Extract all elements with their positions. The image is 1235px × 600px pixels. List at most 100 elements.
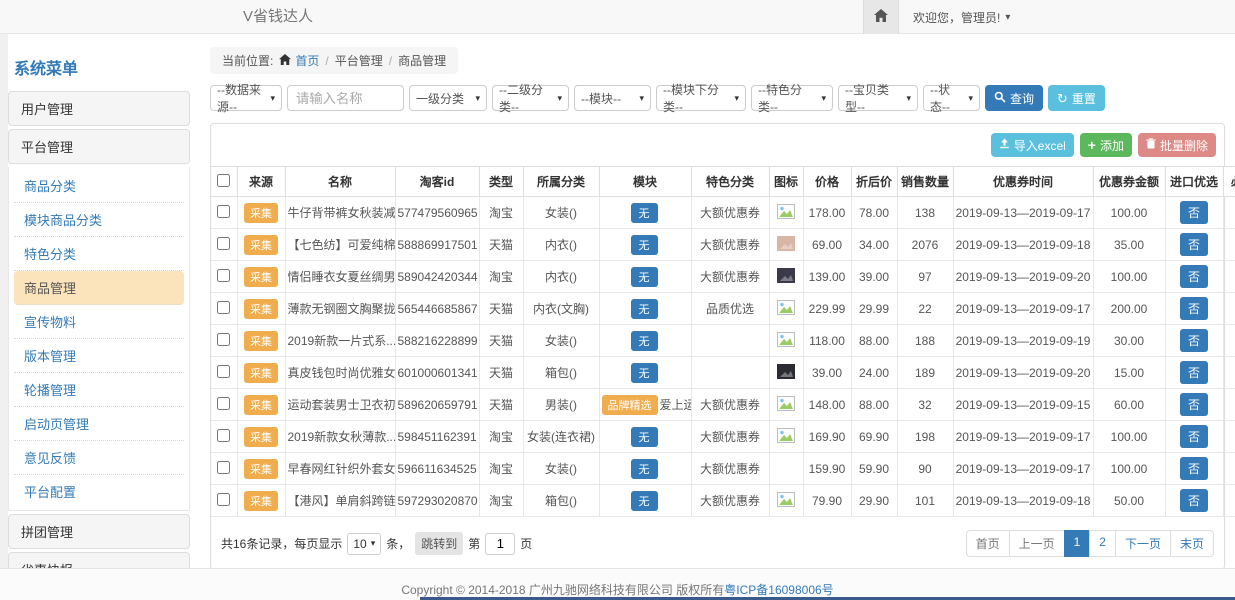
imported-toggle[interactable]: 否 <box>1180 425 1208 448</box>
discount-price: 29.99 <box>851 293 897 325</box>
taoke-id: 601000601341 <box>395 357 479 389</box>
taoke-id: 577479560965 <box>395 197 479 229</box>
imported-toggle[interactable]: 否 <box>1180 457 1208 480</box>
data-source-select[interactable]: --数据来源--▾ <box>210 85 282 111</box>
taoke-id: 565446685867 <box>395 293 479 325</box>
module-badge: 无 <box>631 331 658 351</box>
per-page-select[interactable]: 10 ▾ <box>347 533 381 555</box>
module-badge: 品牌精选 <box>602 395 658 415</box>
imported-toggle[interactable]: 否 <box>1180 329 1208 352</box>
product-name: 2019新款女秋薄款... <box>285 421 395 453</box>
product-type: 天猫 <box>479 325 523 357</box>
coupon-amount: 50.00 <box>1093 485 1165 517</box>
page-number-input[interactable] <box>485 533 515 555</box>
taoke-id: 588216228899 <box>395 325 479 357</box>
feature-category-select[interactable]: --特色分类--▾ <box>751 85 833 111</box>
chevron-down-icon: ▾ <box>639 93 644 104</box>
row-checkbox[interactable] <box>217 461 230 474</box>
breadcrumb-home-link[interactable]: 首页 <box>295 52 319 69</box>
imported-toggle[interactable]: 否 <box>1180 361 1208 384</box>
icp-link[interactable]: 粤ICP备16098006号 <box>724 583 833 597</box>
row-checkbox[interactable] <box>217 397 230 410</box>
feature-category: 大额优惠券 <box>691 261 769 293</box>
breadcrumb-item-current: 商品管理 <box>398 52 446 69</box>
imported-toggle[interactable]: 否 <box>1180 201 1208 224</box>
source-badge: 采集 <box>244 299 278 319</box>
sidebar-item-product-mgmt[interactable]: 商品管理 <box>14 271 184 305</box>
level2-category-select[interactable]: --二级分类--▾ <box>492 85 569 111</box>
row-checkbox[interactable] <box>217 269 230 282</box>
item-type-select[interactable]: --宝贝类型--▾ <box>838 85 918 111</box>
imported-toggle[interactable]: 否 <box>1180 233 1208 256</box>
page-button-末页[interactable]: 末页 <box>1170 530 1214 557</box>
search-button[interactable]: 查询 <box>985 85 1043 111</box>
product-category: 女装() <box>523 197 599 229</box>
user-menu[interactable]: 欢迎您，管理员! ▾ <box>899 0 1024 34</box>
thumbnail-icon <box>777 432 795 446</box>
reset-button[interactable]: ↻重置 <box>1048 85 1105 111</box>
thumbnail-icon <box>777 496 795 510</box>
coupon-amount: 200.00 <box>1093 293 1165 325</box>
product-type: 淘宝 <box>479 421 523 453</box>
sidebar-item-promo-material[interactable]: 宣传物料 <box>14 305 184 339</box>
page-button-首页[interactable]: 首页 <box>966 530 1010 557</box>
sidebar-item-feedback[interactable]: 意见反馈 <box>14 441 184 475</box>
row-checkbox[interactable] <box>217 205 230 218</box>
sales-count: 188 <box>897 325 953 357</box>
page-button-2[interactable]: 2 <box>1089 530 1116 557</box>
imported-toggle[interactable]: 否 <box>1180 489 1208 512</box>
discount-price: 88.00 <box>851 389 897 421</box>
feature-category: 品质优选 <box>691 293 769 325</box>
page-button-下一页[interactable]: 下一页 <box>1115 530 1171 557</box>
sales-count: 101 <box>897 485 953 517</box>
jump-button[interactable]: 跳转到 <box>415 532 463 555</box>
row-checkbox[interactable] <box>217 429 230 442</box>
sidebar-item-feature-category[interactable]: 特色分类 <box>14 237 184 271</box>
module-select[interactable]: --模块--▾ <box>574 85 651 111</box>
status-select[interactable]: --状态--▾ <box>923 85 980 111</box>
imported-toggle[interactable]: 否 <box>1180 393 1208 416</box>
coupon-time: 2019-09-13—2019-09-17 <box>953 453 1093 485</box>
sidebar-item-module-product-category[interactable]: 模块商品分类 <box>14 203 184 237</box>
home-icon <box>279 54 291 68</box>
batch-delete-button[interactable]: 批量删除 <box>1138 133 1216 157</box>
sidebar-item-group-buy-mgmt[interactable]: 拼团管理 <box>8 514 190 549</box>
row-checkbox[interactable] <box>217 333 230 346</box>
import-excel-button[interactable]: 导入excel <box>991 133 1074 157</box>
table-row: 采集2019新款女秋薄款...598451162391淘宝女装(连衣裙)无大额优… <box>211 421 1235 453</box>
page-button-1[interactable]: 1 <box>1064 530 1091 557</box>
per-page-suffix: 条， <box>386 535 410 552</box>
sidebar-item-carousel-mgmt[interactable]: 轮播管理 <box>14 373 184 407</box>
price: 159.90 <box>803 453 851 485</box>
product-category: 男装() <box>523 389 599 421</box>
chevron-down-icon: ▾ <box>968 93 973 104</box>
sidebar-item-user-mgmt[interactable]: 用户管理 <box>8 91 190 126</box>
select-all-checkbox[interactable] <box>217 174 230 187</box>
sidebar-item-product-category[interactable]: 商品分类 <box>14 169 184 203</box>
page-button-上一页[interactable]: 上一页 <box>1009 530 1065 557</box>
sidebar-item-platform-config[interactable]: 平台配置 <box>14 475 184 508</box>
add-button[interactable]: + 添加 <box>1080 133 1132 157</box>
row-checkbox[interactable] <box>217 301 230 314</box>
column-header: 折后价 <box>851 167 897 197</box>
product-name: 运动套装男士卫衣初秋... <box>285 389 395 421</box>
sidebar-item-platform-mgmt[interactable]: 平台管理 <box>8 129 190 164</box>
table-row: 采集牛仔背带裤女秋装减龄...577479560965淘宝女装()无大额优惠券1… <box>211 197 1235 229</box>
coupon-amount: 100.00 <box>1093 453 1165 485</box>
level1-category-select[interactable]: 一级分类▾ <box>409 85 487 111</box>
sidebar-item-splash-mgmt[interactable]: 启动页管理 <box>14 407 184 441</box>
row-checkbox[interactable] <box>217 493 230 506</box>
table-row: 采集【港风】单肩斜跨链条...597293020870淘宝箱包()无大额优惠券7… <box>211 485 1235 517</box>
sales-count: 2076 <box>897 229 953 261</box>
sales-count: 97 <box>897 261 953 293</box>
product-type: 淘宝 <box>479 197 523 229</box>
home-button[interactable] <box>863 0 899 34</box>
row-checkbox[interactable] <box>217 365 230 378</box>
module-sub-category-select[interactable]: --模块下分类--▾ <box>656 85 746 111</box>
name-input[interactable] <box>287 85 404 111</box>
sidebar-item-saving-express[interactable]: 省惠快报 <box>8 552 190 568</box>
sidebar-item-version-mgmt[interactable]: 版本管理 <box>14 339 184 373</box>
imported-toggle[interactable]: 否 <box>1180 297 1208 320</box>
row-checkbox[interactable] <box>217 237 230 250</box>
imported-toggle[interactable]: 否 <box>1180 265 1208 288</box>
